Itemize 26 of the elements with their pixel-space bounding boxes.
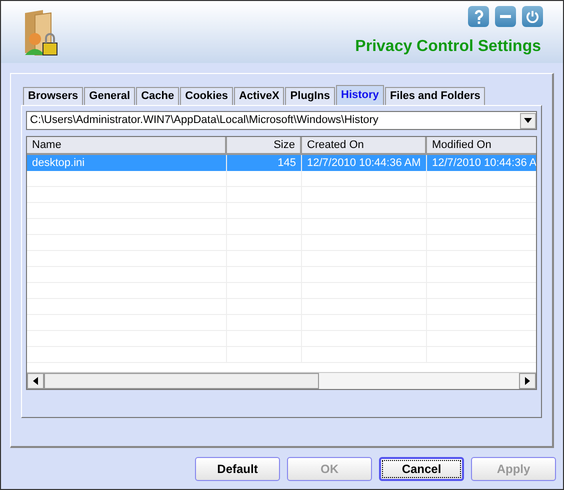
tab[interactable]: ActiveX: [234, 87, 284, 105]
table-cell: 12/7/2010 10:44:36 AM: [302, 155, 427, 171]
scroll-right-icon[interactable]: [519, 373, 536, 389]
scroll-left-icon[interactable]: [27, 373, 44, 389]
tab[interactable]: Cache: [136, 87, 180, 105]
dialog-button[interactable]: Default: [195, 457, 280, 481]
tab[interactable]: PlugIns: [285, 87, 336, 105]
tab[interactable]: Cookies: [180, 87, 233, 105]
table-cell: 145: [227, 155, 302, 171]
dialog-button[interactable]: Cancel: [379, 457, 464, 481]
path-combo-box[interactable]: C:\Users\Administrator.WIN7\AppData\Local\Microsoft\Windows\History: [26, 111, 537, 130]
minimize-icon[interactable]: [495, 6, 516, 27]
tab[interactable]: General: [84, 87, 136, 105]
window-title: Privacy Control Settings: [355, 37, 542, 57]
tab[interactable]: History: [336, 85, 384, 105]
power-icon[interactable]: [522, 6, 543, 27]
tab[interactable]: Files and Folders: [384, 87, 486, 105]
column-header[interactable]: Name: [27, 137, 227, 155]
column-header[interactable]: Modified On: [427, 137, 536, 155]
horizontal-scrollbar[interactable]: [27, 372, 536, 389]
column-header[interactable]: Size: [227, 137, 302, 155]
tab[interactable]: Browsers: [23, 87, 84, 105]
column-header[interactable]: Created On: [302, 137, 427, 155]
table-cell: desktop.ini: [27, 155, 227, 171]
scroll-thumb[interactable]: [44, 373, 319, 389]
help-icon[interactable]: [468, 6, 489, 27]
